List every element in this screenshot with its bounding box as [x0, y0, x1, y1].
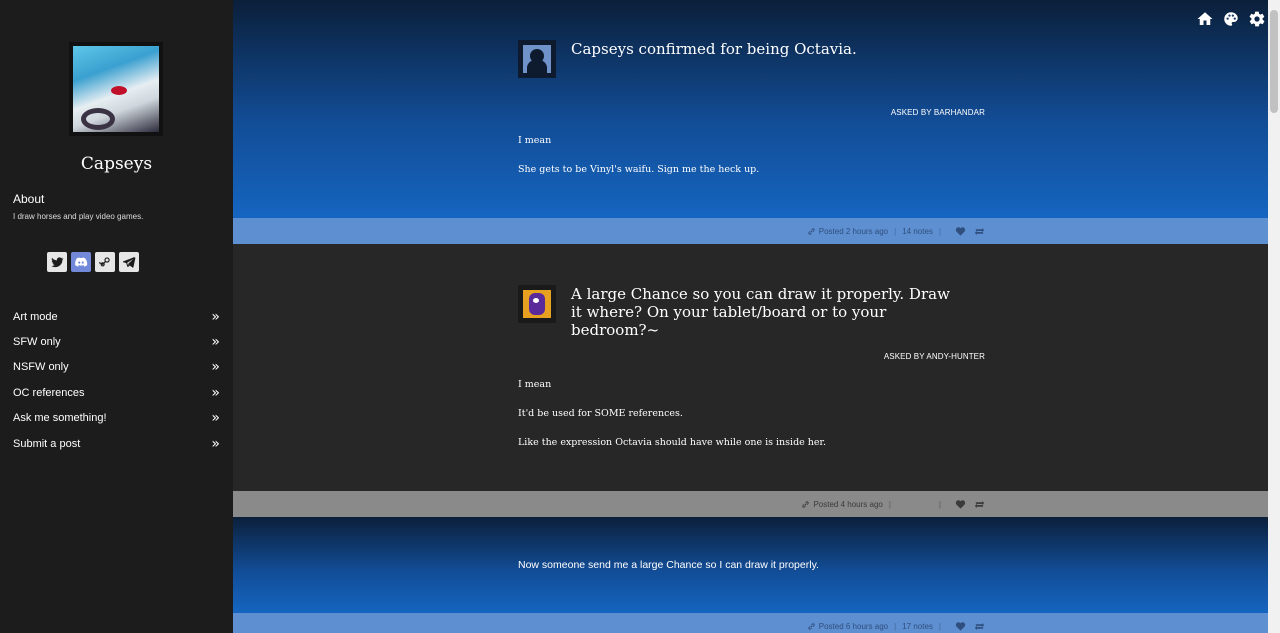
chevron-right-icon: »	[211, 435, 220, 452]
steam-icon[interactable]	[95, 252, 115, 272]
chevron-right-icon: »	[211, 410, 220, 427]
nav-oc-references[interactable]: OC references »	[0, 380, 233, 405]
nav-sfw-only[interactable]: SFW only »	[0, 329, 233, 354]
chevron-right-icon: »	[211, 384, 220, 401]
chevron-right-icon: »	[211, 308, 220, 325]
post-footer: Posted 4 hours ago | |	[233, 491, 1268, 517]
answer-text: I mean	[518, 379, 552, 390]
answer-text: It'd be used for SOME references.	[518, 408, 683, 419]
post-footer: Posted 2 hours ago | 14 notes |	[233, 218, 1268, 244]
reblog-icon[interactable]	[974, 499, 985, 510]
reblog-icon[interactable]	[974, 226, 985, 237]
heart-icon[interactable]	[955, 621, 966, 632]
nav-label: OC references	[13, 386, 85, 399]
post-footer: Posted 6 hours ago | 17 notes |	[233, 613, 1268, 633]
scrollbar-thumb[interactable]	[1270, 10, 1278, 113]
home-icon[interactable]	[1196, 10, 1214, 28]
answer-text: Like the expression Octavia should have …	[518, 437, 827, 448]
nav-nsfw-only[interactable]: NSFW only »	[0, 355, 233, 380]
nav-art-mode[interactable]: Art mode »	[0, 304, 233, 329]
post-timestamp[interactable]: Posted 2 hours ago	[819, 227, 888, 236]
text-post: Now someone send me a large Chance so I …	[233, 517, 1268, 613]
twitter-icon[interactable]	[47, 252, 67, 272]
sidebar-nav: Art mode » SFW only » NSFW only » OC refere…	[0, 304, 233, 456]
nav-ask-me[interactable]: Ask me something! »	[0, 406, 233, 431]
palette-icon[interactable]	[1222, 10, 1240, 28]
top-controls	[1196, 10, 1266, 28]
telegram-icon[interactable]	[119, 252, 139, 272]
reblog-icon[interactable]	[974, 621, 985, 632]
gear-icon[interactable]	[1248, 10, 1266, 28]
post-text: Now someone send me a large Chance so I …	[518, 559, 819, 571]
heart-icon[interactable]	[955, 499, 966, 510]
chevron-right-icon: »	[211, 359, 220, 376]
post-feed: Capseys confirmed for being Octavia. ASK…	[233, 0, 1268, 633]
discord-icon[interactable]	[71, 252, 91, 272]
chevron-right-icon: »	[211, 334, 220, 351]
notes-count[interactable]: 17 notes	[902, 622, 933, 631]
answer-text: She gets to be Vinyl's waifu. Sign me th…	[518, 164, 760, 175]
ask-post: A large Chance so you can draw it proper…	[233, 244, 1268, 491]
nav-label: Submit a post	[13, 437, 81, 450]
ask-question: Capseys confirmed for being Octavia.	[571, 40, 857, 58]
post-timestamp[interactable]: Posted 4 hours ago	[813, 500, 882, 509]
heart-icon[interactable]	[955, 226, 966, 237]
post-timestamp[interactable]: Posted 6 hours ago	[819, 622, 888, 631]
answer-text: I mean	[518, 135, 552, 146]
nav-label: SFW only	[13, 336, 61, 349]
ask-post: Capseys confirmed for being Octavia. ASK…	[233, 0, 1268, 218]
blog-title[interactable]: Capseys	[0, 154, 233, 174]
about-heading: About	[13, 192, 45, 206]
social-links	[47, 252, 139, 272]
link-icon	[808, 622, 815, 630]
nav-label: NSFW only	[13, 361, 69, 374]
about-description: I draw horses and play video games.	[13, 212, 144, 221]
asked-by-label[interactable]: ASKED BY BARHANDAR	[891, 108, 985, 117]
asked-by-label[interactable]: ASKED BY ANDY-HUNTER	[884, 352, 985, 361]
sidebar: Capseys About I draw horses and play vid…	[0, 0, 233, 633]
link-icon	[808, 227, 815, 235]
nav-label: Ask me something!	[13, 412, 107, 425]
asker-avatar[interactable]	[518, 285, 556, 323]
notes-count[interactable]: 14 notes	[902, 227, 933, 236]
nav-submit-post[interactable]: Submit a post »	[0, 431, 233, 456]
page-scrollbar[interactable]	[1268, 0, 1280, 633]
avatar-image	[73, 46, 159, 132]
blog-avatar[interactable]	[69, 42, 163, 136]
ask-question: A large Chance so you can draw it proper…	[571, 285, 950, 339]
link-icon	[802, 500, 810, 508]
nav-label: Art mode	[13, 310, 58, 323]
asker-avatar[interactable]	[518, 40, 556, 78]
